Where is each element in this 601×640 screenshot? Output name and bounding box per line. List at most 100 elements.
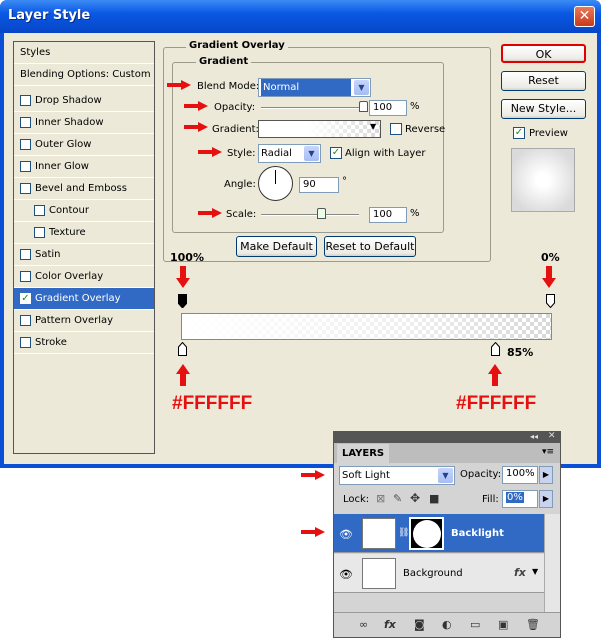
angle-label: Angle: [224, 179, 256, 190]
trash-icon[interactable]: 🗑 [526, 618, 540, 631]
tab-layers[interactable]: LAYERS [337, 444, 389, 463]
style-checkbox[interactable] [34, 205, 45, 216]
style-checkbox[interactable] [20, 249, 31, 260]
reset-to-default-button[interactable]: Reset to Default [324, 236, 416, 257]
fx-icon[interactable]: fx [514, 566, 526, 579]
style-item-styles[interactable]: Styles [14, 42, 154, 64]
color-stop-left[interactable] [178, 342, 187, 356]
scale-slider[interactable] [261, 214, 359, 216]
expand-effects-icon[interactable]: ▼ [532, 567, 538, 576]
scale-field[interactable]: 100 [369, 207, 407, 223]
style-item-gradient-overlay[interactable]: ✓ Gradient Overlay [14, 288, 154, 310]
opacity-label: Opacity: [214, 102, 256, 113]
subgroup-title: Gradient [196, 56, 252, 67]
style-item-outer-glow[interactable]: Outer Glow [14, 134, 154, 156]
style-item-label: Satin [35, 249, 61, 260]
gradient-bar[interactable] [181, 313, 552, 340]
down-arrow-left [176, 266, 190, 288]
layer-mask-thumbnail[interactable] [409, 517, 444, 550]
reset-button[interactable]: Reset [501, 71, 586, 91]
lock-all-icon[interactable]: ■ [429, 492, 439, 505]
style-checkbox[interactable] [20, 271, 31, 282]
layer-row-background[interactable]: 👁 Background fx ▼ [334, 554, 544, 593]
preview-label: Preview [529, 128, 568, 139]
style-item-label: Styles [20, 47, 51, 58]
style-item-stroke[interactable]: Stroke [14, 332, 154, 354]
style-item-color-overlay[interactable]: Color Overlay [14, 266, 154, 288]
new-layer-icon[interactable]: ▣ [498, 618, 508, 631]
opacity-slider-thumb[interactable] [359, 101, 368, 112]
close-button[interactable]: ✕ [574, 6, 595, 27]
opacity-field[interactable]: 100 [369, 100, 407, 116]
style-item-label: Outer Glow [35, 139, 92, 150]
style-checkbox[interactable] [20, 161, 31, 172]
style-checkbox[interactable] [20, 139, 31, 150]
style-checkbox[interactable] [20, 337, 31, 348]
layer-opacity-field[interactable]: 100% [502, 466, 538, 484]
style-item-pattern-overlay[interactable]: Pattern Overlay [14, 310, 154, 332]
align-with-layer-checkbox[interactable]: ✓ [330, 147, 342, 159]
preview-thumbnail [511, 148, 575, 212]
style-item-satin[interactable]: Satin [14, 244, 154, 266]
layers-footer: ∞ fx ◙ ◐ ▭ ▣ 🗑 [334, 612, 560, 637]
opacity-stop-right[interactable] [546, 294, 555, 308]
title-bar[interactable]: Layer Style ✕ [0, 0, 601, 33]
add-style-icon[interactable]: fx [384, 618, 396, 631]
opacity-slider[interactable] [261, 107, 364, 109]
visibility-eye-icon[interactable]: 👁 [339, 528, 353, 541]
new-style-button[interactable]: New Style... [501, 99, 586, 119]
color-stop-right[interactable] [491, 342, 500, 356]
style-item-drop-shadow[interactable]: Drop Shadow [14, 90, 154, 112]
style-item-inner-shadow[interactable]: Inner Shadow [14, 112, 154, 134]
style-item-label: Contour [49, 205, 89, 216]
collapse-icon[interactable]: ◂◂ [530, 432, 538, 441]
preview-checkbox[interactable]: ✓ [513, 127, 525, 139]
fill-arrow[interactable]: ▶ [539, 490, 553, 508]
panel-menu-icon[interactable]: ▾≡ [542, 447, 554, 457]
lock-image-icon[interactable]: ✎ [393, 492, 402, 505]
style-item-texture[interactable]: Texture [14, 222, 154, 244]
close-panel-icon[interactable]: ✕ [548, 431, 556, 441]
gradient-dropdown-icon[interactable]: ▼ [370, 122, 376, 131]
style-checkbox[interactable] [20, 95, 31, 106]
style-checkbox[interactable] [34, 227, 45, 238]
layers-scrollbar[interactable] [544, 514, 560, 612]
link-layers-icon[interactable]: ∞ [359, 618, 368, 631]
reverse-checkbox[interactable] [390, 123, 402, 135]
scale-slider-thumb[interactable] [316, 208, 326, 219]
opacity-stop-left[interactable] [178, 294, 187, 308]
layer-row-backlight[interactable]: 👁 ⛓ Backlight [334, 514, 544, 553]
layer-opacity-arrow[interactable]: ▶ [539, 466, 553, 484]
blend-mode-select[interactable]: Normal ▼ [258, 78, 371, 97]
style-item-bevel-and-emboss[interactable]: Bevel and Emboss [14, 178, 154, 200]
style-item-inner-glow[interactable]: Inner Glow [14, 156, 154, 178]
up-arrow-left [176, 364, 190, 386]
visibility-eye-icon[interactable]: 👁 [339, 568, 353, 581]
chevron-down-icon: ▼ [354, 80, 369, 95]
style-checkbox[interactable]: ✓ [20, 293, 31, 304]
angle-dial[interactable] [258, 166, 293, 201]
add-mask-icon[interactable]: ◙ [414, 618, 425, 631]
down-arrow-right [542, 266, 556, 288]
styles-list: Styles Blending Options: Custom Drop Shado… [13, 41, 155, 454]
panel-header-bar[interactable]: ◂◂ ✕ [334, 431, 560, 443]
lock-transparent-icon[interactable]: ⊠ [376, 492, 385, 505]
gradient-picker[interactable] [258, 120, 381, 138]
lock-position-icon[interactable]: ✥ [410, 491, 420, 505]
style-select[interactable]: Radial ▼ [258, 144, 321, 163]
link-icon: ⛓ [398, 528, 410, 538]
style-checkbox[interactable] [20, 117, 31, 128]
angle-unit: ° [342, 176, 347, 187]
ok-button[interactable]: OK [501, 44, 586, 63]
style-item-blending-options-custom[interactable]: Blending Options: Custom [14, 64, 154, 86]
fill-field[interactable]: 0% [502, 490, 538, 508]
new-group-icon[interactable]: ▭ [470, 618, 480, 631]
style-item-contour[interactable]: Contour [14, 200, 154, 222]
style-checkbox[interactable] [20, 315, 31, 326]
adjustment-layer-icon[interactable]: ◐ [442, 618, 452, 631]
style-checkbox[interactable] [20, 183, 31, 194]
blend-mode-value: Normal [261, 79, 351, 96]
make-default-button[interactable]: Make Default [236, 236, 317, 257]
angle-field[interactable]: 90 [299, 177, 339, 193]
layer-blend-mode-select[interactable]: Soft Light ▼ [339, 466, 455, 485]
